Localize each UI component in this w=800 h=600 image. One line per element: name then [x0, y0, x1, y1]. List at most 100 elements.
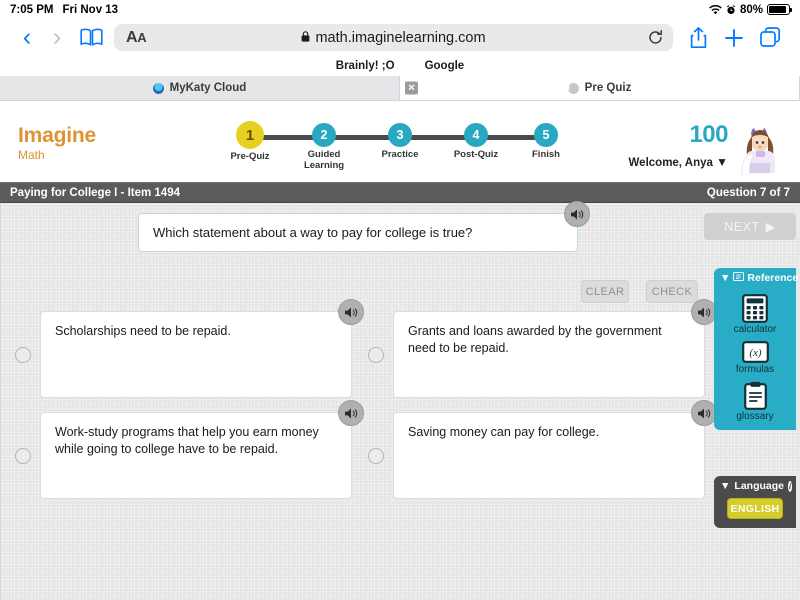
answer-radio[interactable] — [368, 346, 384, 363]
language-panel-header[interactable]: ▼ Language i — [714, 476, 796, 496]
answer-box[interactable]: Scholarships need to be repaid. — [40, 299, 364, 398]
next-label: NEXT — [724, 219, 760, 234]
formulas-icon: (x) — [714, 341, 796, 363]
score-and-user: 100 Welcome, Anya ▼ — [629, 121, 729, 170]
answer-row: Work-study programs that help you earn m… — [15, 400, 717, 499]
answer-text: Scholarships need to be repaid. — [55, 324, 231, 338]
book-icon[interactable] — [72, 28, 110, 47]
imagine-math-header: Imagine Math 1 Pre-Quiz 2 Guided Learnin… — [0, 101, 800, 182]
question-counter: Question 7 of 7 — [706, 186, 790, 199]
svg-text:(x): (x) — [749, 347, 762, 359]
answer-radio[interactable] — [368, 447, 384, 464]
language-panel-title: Language — [734, 480, 784, 492]
answer-box[interactable]: Grants and loans awarded by the governme… — [393, 299, 717, 398]
answer-controls: CLEAR CHECK — [581, 280, 698, 303]
tab-pre-quiz[interactable]: I Pre Quiz — [400, 76, 800, 100]
chevron-down-icon[interactable]: ▼ — [720, 480, 730, 492]
status-date: Fri Nov 13 — [62, 3, 119, 16]
chevron-down-icon[interactable]: ▼ — [720, 272, 730, 284]
student-avatar[interactable] — [732, 123, 790, 176]
back-chevron-icon[interactable]: ‹ — [12, 25, 42, 50]
tool-glossary[interactable]: glossary — [714, 381, 796, 422]
tool-label: glossary — [736, 411, 774, 422]
tool-formulas[interactable]: (x) formulas — [714, 341, 796, 375]
logo-line-2: Math — [18, 148, 45, 162]
clear-button[interactable]: CLEAR — [581, 280, 629, 303]
logo-line-1: Imagine — [18, 124, 96, 147]
language-panel: ▼ Language i ENGLISH — [714, 476, 796, 528]
address-bar[interactable]: AA math.imaginelearning.com — [114, 24, 673, 51]
score-value: 100 — [689, 121, 728, 148]
answer-choice-3[interactable]: Work-study programs that help you earn m… — [15, 400, 364, 499]
answer-text: Saving money can pay for college. — [408, 425, 600, 439]
chevron-down-icon: ▼ — [716, 155, 728, 169]
step-number: 1 — [236, 121, 264, 149]
answer-box[interactable]: Work-study programs that help you earn m… — [40, 400, 364, 499]
welcome-text: Welcome, Anya — [628, 157, 713, 169]
reference-panel: ▼ Reference calculator (x) formulas glos… — [714, 268, 799, 430]
language-english-button[interactable]: ENGLISH — [727, 498, 783, 519]
step-number: 5 — [534, 123, 558, 147]
check-button[interactable]: CHECK — [646, 280, 698, 303]
answer-text: Grants and loans awarded by the governme… — [408, 324, 662, 355]
answer-radio[interactable] — [15, 346, 31, 363]
reference-book-icon — [733, 272, 745, 284]
step-number: 4 — [464, 123, 488, 147]
reference-panel-title: Reference — [747, 272, 799, 284]
progress-stepper: 1 Pre-Quiz 2 Guided Learning 3 Practice … — [228, 121, 568, 179]
tool-label: calculator — [733, 324, 777, 335]
wifi-icon — [709, 4, 722, 15]
answer-choice-1[interactable]: Scholarships need to be repaid. — [15, 299, 364, 398]
step-label: Finish — [532, 149, 560, 160]
url-text: math.imaginelearning.com — [315, 29, 486, 46]
next-arrow-icon: ▶ — [765, 220, 776, 234]
alarm-icon — [726, 4, 736, 15]
tab-label: Pre Quiz — [584, 82, 632, 94]
lesson-title: Paying for College I - Item 1494 — [10, 186, 180, 199]
mykaty-favicon — [152, 82, 164, 94]
answer-choice-2[interactable]: Grants and loans awarded by the governme… — [368, 299, 717, 398]
forward-chevron-icon[interactable]: › — [42, 25, 72, 50]
answer-radio[interactable] — [15, 447, 31, 464]
share-icon[interactable] — [680, 26, 716, 49]
web-page: Imagine Math 1 Pre-Quiz 2 Guided Learnin… — [0, 101, 800, 600]
bookmark-brainly[interactable]: Brainly! ;O — [336, 60, 395, 72]
tab-overview-icon[interactable] — [752, 27, 788, 48]
prequiz-favicon: I — [567, 82, 579, 94]
speaker-icon[interactable] — [564, 201, 590, 227]
user-menu[interactable]: Welcome, Anya ▼ — [629, 155, 728, 169]
answer-choices: Scholarships need to be repaid. Grants a… — [15, 299, 717, 513]
battery-percent: 80% — [739, 3, 763, 16]
answer-text: Work-study programs that help you earn m… — [55, 425, 319, 456]
speaker-icon[interactable] — [338, 299, 364, 325]
speaker-icon[interactable] — [338, 400, 364, 426]
reload-icon[interactable] — [648, 30, 673, 45]
close-icon[interactable]: ✕ — [405, 81, 418, 95]
step-finish[interactable]: 5 Finish — [496, 123, 596, 160]
answer-box[interactable]: Saving money can pay for college. — [393, 400, 717, 499]
question-text: Which statement about a way to pay for c… — [153, 225, 473, 240]
ios-status-bar: 7:05 PM Fri Nov 13 80% — [0, 0, 800, 19]
step-number: 2 — [312, 123, 336, 147]
question-work-area: Which statement about a way to pay for c… — [0, 201, 800, 600]
info-icon[interactable]: i — [788, 480, 792, 492]
answer-choice-4[interactable]: Saving money can pay for college. — [368, 400, 717, 499]
bookmarks-bar: Brainly! ;O Google — [0, 56, 800, 76]
tab-mykaty-cloud[interactable]: MyKaty Cloud — [0, 76, 400, 100]
answer-row: Scholarships need to be repaid. Grants a… — [15, 299, 717, 398]
text-size-button[interactable]: AA — [114, 29, 147, 47]
step-number: 3 — [388, 123, 412, 147]
calculator-icon — [714, 294, 796, 323]
plus-icon[interactable] — [716, 28, 752, 48]
next-button[interactable]: NEXT ▶ — [704, 213, 796, 240]
question-card: Which statement about a way to pay for c… — [138, 201, 590, 252]
bookmark-google[interactable]: Google — [425, 60, 465, 72]
battery-icon — [767, 4, 793, 15]
imagine-math-logo: Imagine Math — [18, 125, 96, 161]
lesson-title-bar: Paying for College I - Item 1494 Questio… — [0, 182, 800, 203]
lock-icon — [301, 30, 310, 46]
tool-calculator[interactable]: calculator — [714, 294, 796, 335]
reference-panel-header[interactable]: ▼ Reference — [714, 268, 799, 288]
glossary-clipboard-icon — [714, 381, 796, 410]
tool-label: formulas — [735, 364, 775, 375]
